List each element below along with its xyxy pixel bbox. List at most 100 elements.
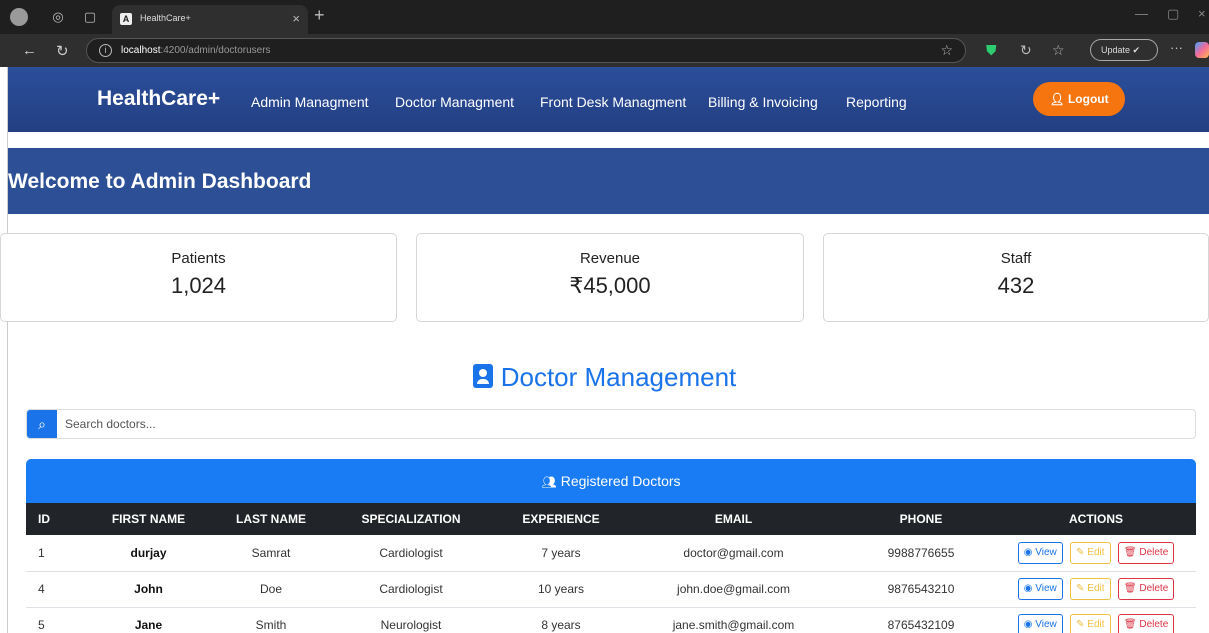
view-button[interactable]: ◉ View xyxy=(1017,578,1063,600)
cell-actions: ◉ View ✎ Edit 🗑︎ Delete xyxy=(996,607,1196,633)
stat-card-revenue: Revenue ₹45,000 xyxy=(416,233,804,322)
brand-logo[interactable]: HealthCare+ xyxy=(97,87,220,111)
profile-icon[interactable] xyxy=(10,8,28,26)
close-tab-icon[interactable]: × xyxy=(292,11,300,26)
browser-tab[interactable]: A HealthCare+ × xyxy=(112,5,308,34)
cell-actions: ◉ View ✎ Edit 🗑︎ Delete xyxy=(996,571,1196,607)
copilot-icon[interactable] xyxy=(1195,42,1209,58)
reload-icon[interactable]: ↻ xyxy=(56,42,69,60)
cell-last-name: Smith xyxy=(255,618,287,632)
column-header: EXPERIENCE xyxy=(522,512,600,526)
stat-value: 432 xyxy=(997,273,1035,298)
cell-first-name: durjay xyxy=(130,545,167,560)
panel-title: Registered Doctors xyxy=(560,473,681,489)
extension-icon[interactable]: ↻ xyxy=(1020,42,1032,59)
cell-last-name: Samrat xyxy=(251,545,291,560)
delete-button[interactable]: 🗑︎ Delete xyxy=(1117,541,1175,564)
column-header: EMAIL xyxy=(714,512,753,526)
user-icon: 👤︎ xyxy=(1049,92,1068,106)
trash-icon: 🗑︎ xyxy=(1123,546,1137,558)
cell-phone: 9988776655 xyxy=(887,545,955,560)
delete-button[interactable]: 🗑︎ Delete xyxy=(1117,614,1175,633)
table-header-row: ID FIRST NAME LAST NAME SPECIALIZATION E… xyxy=(26,503,1196,535)
nav-reporting[interactable]: Reporting xyxy=(846,94,907,110)
cell-specialization: Cardiologist xyxy=(379,582,443,596)
maximize-icon[interactable]: ▢ xyxy=(1167,6,1179,22)
stat-label: Patients xyxy=(171,250,226,267)
shield-extension-icon[interactable]: ⛊ xyxy=(986,42,997,59)
cell-id: 1 xyxy=(38,545,45,560)
edit-button[interactable]: ✎ Edit xyxy=(1070,541,1111,564)
address-bar[interactable]: i localhost:4200/admin/doctorusers ☆ xyxy=(86,38,966,63)
column-header: LAST NAME xyxy=(236,512,306,526)
delete-button[interactable]: 🗑︎ Delete xyxy=(1117,578,1175,600)
logout-button[interactable]: 👤︎ Logout xyxy=(1033,82,1125,116)
more-icon[interactable]: ··· xyxy=(1170,40,1183,55)
nav-billing-invoicing[interactable]: Billing & Invoicing xyxy=(708,94,818,110)
workspaces-icon[interactable]: ◎ xyxy=(50,9,66,25)
nav-admin-management[interactable]: Admin Managment xyxy=(251,94,369,110)
eye-icon: ◉ xyxy=(1023,583,1033,594)
stat-value: 1,024 xyxy=(170,273,227,298)
cell-phone: 9876543210 xyxy=(887,582,955,596)
section-title: Doctor Management xyxy=(0,362,1209,393)
cell-experience: 10 years xyxy=(537,582,585,596)
view-button[interactable]: ◉ View xyxy=(1017,541,1063,564)
trash-icon: 🗑︎ xyxy=(1123,619,1137,630)
cell-last-name: Doe xyxy=(259,582,282,596)
cell-id: 5 xyxy=(38,618,45,632)
welcome-banner: Welcome to Admin Dashboard xyxy=(8,148,1209,214)
cell-experience: 7 years xyxy=(541,545,581,560)
page-edge xyxy=(0,67,8,633)
page-title: Welcome to Admin Dashboard xyxy=(8,170,312,193)
tab-strip: ◎ ▢ A HealthCare+ × + — ▢ × xyxy=(0,0,1209,34)
cell-specialization: Cardiologist xyxy=(379,545,443,560)
panel-header: 👥︎ Registered Doctors xyxy=(26,459,1196,503)
favorite-star-icon[interactable]: ☆ xyxy=(940,42,953,59)
new-tab-icon[interactable]: + xyxy=(314,5,325,26)
tab-actions-icon[interactable]: ▢ xyxy=(82,9,98,25)
table-row: 5 Jane Smith Neurologist 8 years jane.sm… xyxy=(26,607,1196,633)
cell-experience: 8 years xyxy=(541,618,581,632)
edit-icon: ✎ xyxy=(1076,546,1085,558)
stat-value: ₹45,000 xyxy=(569,273,651,298)
cell-email: jane.smith@gmail.com xyxy=(672,618,795,632)
edit-button[interactable]: ✎ Edit xyxy=(1070,578,1111,600)
back-icon[interactable]: ← xyxy=(22,42,37,59)
users-icon: 👥︎ xyxy=(541,475,557,489)
stat-label: Revenue xyxy=(579,250,641,267)
stat-card-patients: Patients 1,024 xyxy=(0,233,397,322)
close-window-icon[interactable]: × xyxy=(1198,6,1206,21)
trash-icon: 🗑︎ xyxy=(1123,583,1137,594)
cell-first-name: Jane xyxy=(134,618,163,632)
stat-card-staff: Staff 432 xyxy=(823,233,1209,322)
tab-title: HealthCare+ xyxy=(140,13,191,23)
table-row: 4 John Doe Cardiologist 10 years john.do… xyxy=(26,571,1196,607)
doctor-badge-icon xyxy=(472,364,493,388)
cell-specialization: Neurologist xyxy=(380,618,442,632)
column-header: FIRST NAME xyxy=(111,512,186,526)
nav-doctor-management[interactable]: Doctor Managment xyxy=(395,94,514,110)
toolbar: ← ↻ i localhost:4200/admin/doctorusers ☆… xyxy=(0,34,1209,67)
column-header: SPECIALIZATION xyxy=(361,512,461,526)
edit-icon: ✎ xyxy=(1076,619,1085,630)
search-input[interactable] xyxy=(65,414,1165,434)
app-navbar: HealthCare+ Admin Managment Doctor Manag… xyxy=(8,67,1209,132)
info-icon[interactable]: i xyxy=(99,44,112,57)
cell-id: 4 xyxy=(38,582,45,596)
update-button[interactable]: Update ✔ xyxy=(1090,39,1158,61)
doctors-panel: 👥︎ Registered Doctors ID FIRST NAME LAST … xyxy=(26,459,1196,633)
eye-icon: ◉ xyxy=(1023,546,1033,558)
view-button[interactable]: ◉ View xyxy=(1017,614,1063,633)
cell-phone: 8765432109 xyxy=(887,618,955,632)
nav-front-desk-management[interactable]: Front Desk Managment xyxy=(540,94,686,110)
column-header: ID xyxy=(38,512,50,526)
minimize-icon[interactable]: — xyxy=(1135,6,1148,21)
search-icon[interactable]: ⌕ xyxy=(27,410,57,438)
edit-icon: ✎ xyxy=(1076,583,1085,594)
favorites-icon[interactable]: ☆ xyxy=(1052,42,1065,59)
edit-button[interactable]: ✎ Edit xyxy=(1070,614,1111,633)
cell-first-name: John xyxy=(134,582,163,596)
cell-email: doctor@gmail.com xyxy=(683,545,784,560)
browser-chrome: ◎ ▢ A HealthCare+ × + — ▢ × ← ↻ i localh… xyxy=(0,0,1209,67)
